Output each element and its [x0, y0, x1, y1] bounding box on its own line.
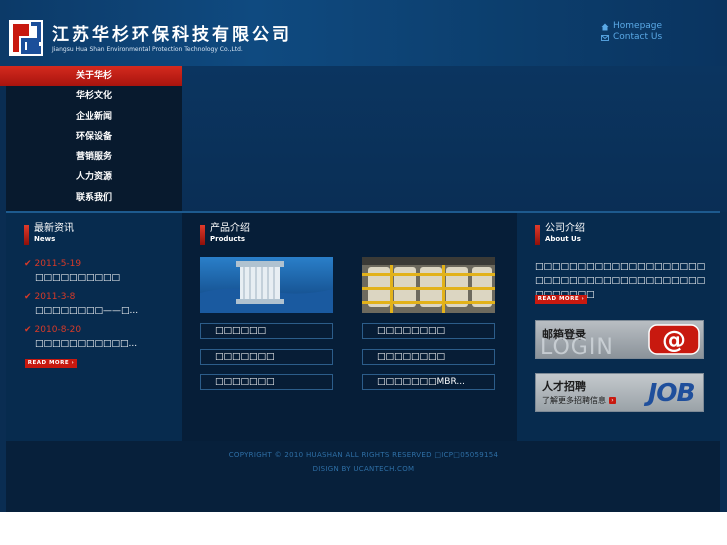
nav-item-marketing[interactable]: 营销服务 — [0, 147, 182, 167]
news-item[interactable]: □□□□□□□□□□□... — [24, 337, 179, 356]
about-read-more-button[interactable]: READ MORE › — [535, 295, 587, 304]
products-section: 产品介绍 Products □□□□□□ □□□□□□□□ □□□□□□□ □□… — [182, 213, 517, 441]
heading-bar — [24, 225, 29, 245]
about-title-cn: 公司介绍 — [545, 223, 585, 234]
product-link[interactable]: □□□□□□□MBR... — [362, 374, 495, 390]
news-item[interactable]: □□□□□□□□——□... — [24, 304, 179, 323]
nav-item-culture[interactable]: 华杉文化 — [0, 86, 182, 106]
products-heading: 产品介绍 Products — [200, 224, 250, 245]
heading-bar — [535, 225, 540, 245]
heading-bar — [200, 225, 205, 245]
news-title-cn: 最新资讯 — [34, 223, 74, 234]
copyright-text: COPYRIGHT © 2010 HUASHAN ALL RIGHTS RESE… — [228, 451, 499, 459]
banner-area — [182, 66, 727, 212]
nav-item-contact[interactable]: 联系我们 — [0, 188, 182, 208]
nav-item-equipment[interactable]: 环保设备 — [0, 127, 182, 147]
jobs-logo: JOB — [648, 378, 696, 407]
top-links: Homepage Contact Us — [601, 21, 662, 43]
check-icon: ✔ — [24, 259, 32, 269]
news-title-en: News — [34, 235, 56, 243]
nav-item-news[interactable]: 企业新闻 — [0, 107, 182, 127]
mail-login-banner[interactable]: 邮箱登录 LOGIN @ — [535, 320, 704, 359]
check-icon: ✔ — [24, 325, 32, 335]
news-date: ✔ 2011-3-8 — [24, 292, 76, 302]
jobs-banner[interactable]: 人才招聘 了解更多招聘信息 › JOB — [535, 373, 704, 412]
svg-text:@: @ — [662, 326, 686, 354]
news-section: 最新资讯 News ✔ 2011-5-19 □□□□□□□□□□ ✔ 2011-3-… — [6, 213, 182, 441]
company-name-en: Jiangsu Hua Shan Environmental Protectio… — [52, 46, 243, 53]
product-link[interactable]: □□□□□□□□ — [362, 349, 495, 365]
check-icon: ✔ — [24, 292, 32, 302]
news-heading: 最新资讯 News — [24, 224, 74, 245]
home-icon — [601, 23, 609, 30]
site-container: 江苏华杉环保科技有限公司 Jiangsu Hua Shan Environmen… — [0, 0, 727, 512]
logo-icon — [9, 20, 43, 56]
product-link[interactable]: □□□□□□□ — [200, 374, 333, 390]
nav-item-hr[interactable]: 人力资源 — [0, 167, 182, 187]
homepage-link[interactable]: Homepage — [601, 21, 662, 32]
mail-login-watermark: LOGIN — [540, 335, 614, 359]
news-date: ✔ 2010-8-20 — [24, 325, 82, 335]
news-date: ✔ 2011-5-19 — [24, 259, 82, 269]
contact-us-label: Contact Us — [613, 32, 663, 42]
product-link[interactable]: □□□□□□ — [200, 323, 333, 339]
homepage-label: Homepage — [613, 21, 663, 31]
mail-icon — [601, 34, 609, 41]
arrow-icon: › — [609, 397, 616, 404]
about-heading: 公司介绍 About Us — [535, 224, 585, 245]
product-image-membrane[interactable] — [200, 257, 333, 313]
products-title-cn: 产品介绍 — [210, 223, 250, 234]
jobs-title: 人才招聘 — [542, 380, 586, 393]
at-sign-icon: @ — [648, 324, 700, 355]
news-item[interactable]: □□□□□□□□□□ — [24, 271, 179, 290]
products-title-en: Products — [210, 235, 246, 243]
product-link[interactable]: □□□□□□□□ — [362, 323, 495, 339]
product-image-ro-system[interactable] — [362, 257, 495, 313]
news-read-more-button[interactable]: READ MORE › — [25, 359, 77, 368]
main-nav: 关于华杉 华杉文化 企业新闻 环保设备 营销服务 人力资源 联系我们 — [0, 66, 182, 212]
company-name-cn: 江苏华杉环保科技有限公司 — [52, 25, 292, 45]
header: 江苏华杉环保科技有限公司 Jiangsu Hua Shan Environmen… — [0, 0, 727, 66]
about-section: 公司介绍 About Us □□□□□□□□□□□□□□□□□□□□□□□□□□… — [517, 213, 720, 441]
design-credit[interactable]: DISIGN BY UCANTECH.COM — [0, 465, 727, 473]
product-link[interactable]: □□□□□□□ — [200, 349, 333, 365]
about-title-en: About Us — [545, 235, 581, 243]
contact-us-link[interactable]: Contact Us — [601, 32, 662, 43]
nav-item-about[interactable]: 关于华杉 — [0, 66, 182, 87]
news-list: ✔ 2011-5-19 □□□□□□□□□□ ✔ 2011-3-8 □□□□□□□□… — [24, 257, 179, 356]
jobs-subtitle: 了解更多招聘信息 › — [542, 395, 616, 406]
